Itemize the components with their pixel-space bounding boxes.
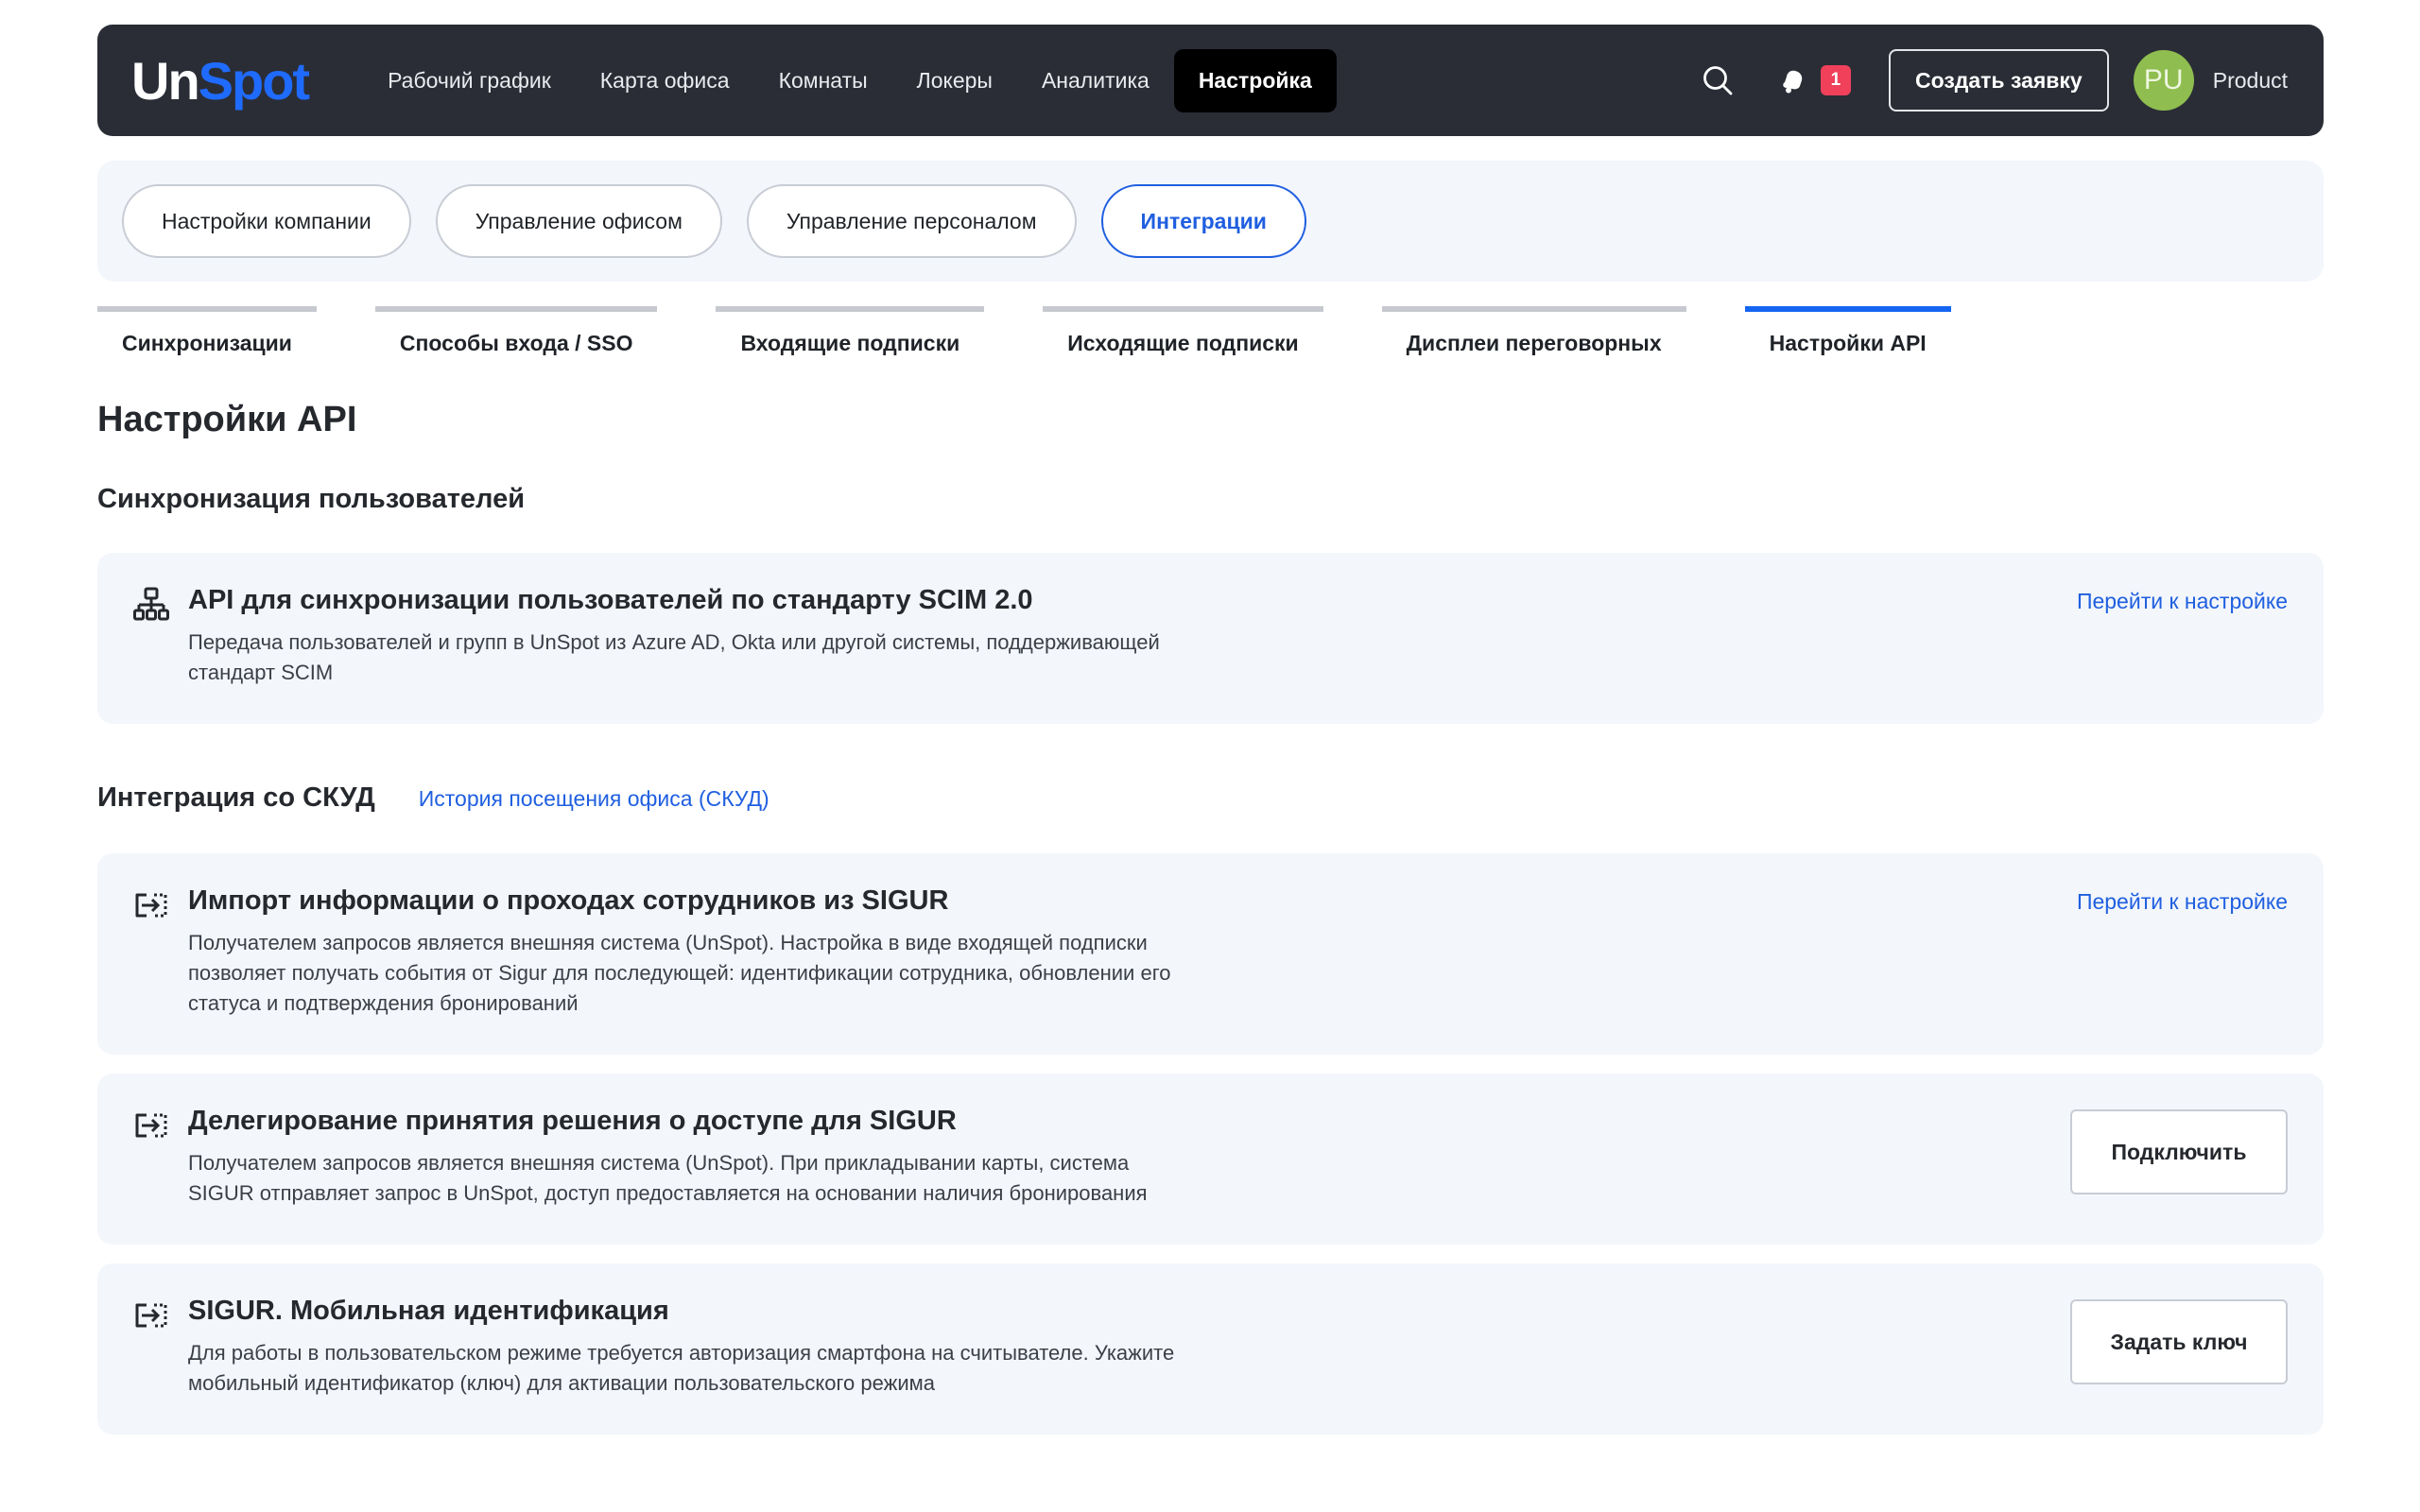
door-enter-icon (133, 1297, 171, 1335)
logo-un: Un (131, 50, 200, 111)
card-title: Делегирование принятия решения о доступе… (188, 1106, 957, 1136)
section-company-settings[interactable]: Настройки компании (122, 184, 411, 258)
settings-sections: Настройки компании Управление офисом Упр… (97, 161, 2324, 282)
tab-meeting-room-displays[interactable]: Дисплеи переговорных (1381, 306, 1686, 356)
header-actions: 1 Создать заявку PU Product (1696, 49, 2288, 112)
bell-icon (1772, 59, 1815, 102)
nav-lockers[interactable]: Локеры (892, 49, 1017, 112)
tab-synchronizations[interactable]: Синхронизации (97, 306, 317, 356)
user-name[interactable]: Product (2213, 68, 2288, 94)
card-description: Получателем запросов является внешняя си… (188, 1151, 1148, 1205)
card-title: API для синхронизации пользователей по с… (188, 585, 1033, 615)
set-key-button[interactable]: Задать ключ (2070, 1299, 2288, 1384)
connect-button[interactable]: Подключить (2070, 1109, 2288, 1194)
card-title: Импорт информации о проходах сотрудников… (188, 885, 949, 916)
card-title: SIGUR. Мобильная идентификация (188, 1296, 669, 1326)
nav-settings[interactable]: Настройка (1173, 48, 1337, 112)
section-staff-management[interactable]: Управление персоналом (746, 184, 1077, 258)
nav-work-schedule[interactable]: Рабочий график (363, 49, 576, 112)
office-visit-history-link[interactable]: История посещения офиса (СКУД) (419, 786, 769, 812)
card-description: Передача пользователей и групп в UnSpot … (188, 630, 1160, 684)
sigur-mobile-id-card: SIGUR. Мобильная идентификация Для работ… (97, 1263, 2324, 1435)
go-to-settings-link[interactable]: Перейти к настройке (2077, 589, 2288, 614)
unspot-logo[interactable]: Un Spot (131, 50, 310, 112)
tab-outgoing-subscriptions[interactable]: Исходящие подписки (1043, 306, 1323, 356)
sigur-delegation-card: Делегирование принятия решения о доступе… (97, 1074, 2324, 1245)
sync-section-title: Синхронизация пользователей (97, 484, 526, 514)
door-enter-icon (133, 887, 171, 925)
section-integrations[interactable]: Интеграции (1100, 184, 1306, 258)
search-icon[interactable] (1696, 59, 1739, 102)
nav-analytics[interactable]: Аналитика (1017, 49, 1174, 112)
tab-incoming-subscriptions[interactable]: Входящие подписки (716, 306, 985, 356)
main-nav: Рабочий график Карта офиса Комнаты Локер… (363, 48, 1337, 112)
tab-api-settings[interactable]: Настройки API (1744, 306, 1951, 356)
door-enter-icon (133, 1108, 171, 1145)
network-icon (133, 587, 171, 625)
integration-tabs: Синхронизации Способы входа / SSO Входящ… (97, 306, 2324, 356)
notifications-button[interactable]: 1 (1772, 59, 1851, 102)
scim-card: API для синхронизации пользователей по с… (97, 553, 2324, 724)
go-to-settings-link[interactable]: Перейти к настройке (2077, 889, 2288, 915)
sigur-import-card: Импорт информации о проходах сотрудников… (97, 853, 2324, 1055)
nav-office-map[interactable]: Карта офиса (576, 49, 754, 112)
top-navbar: Un Spot Рабочий график Карта офиса Комнат… (97, 25, 2324, 136)
skud-section-title: Интеграция со СКУД (97, 782, 375, 813)
section-office-management[interactable]: Управление офисом (435, 184, 722, 258)
tab-login-sso[interactable]: Способы входа / SSO (374, 306, 658, 356)
create-request-button[interactable]: Создать заявку (1888, 49, 2109, 112)
avatar[interactable]: PU (2133, 50, 2194, 111)
nav-rooms[interactable]: Комнаты (754, 49, 892, 112)
card-description: Для работы в пользовательском режиме тре… (188, 1341, 1175, 1395)
logo-spot: Spot (198, 50, 310, 111)
notification-badge: 1 (1820, 65, 1851, 95)
card-description: Получателем запросов является внешняя си… (188, 931, 1171, 1015)
page-title: Настройки API (97, 400, 357, 439)
